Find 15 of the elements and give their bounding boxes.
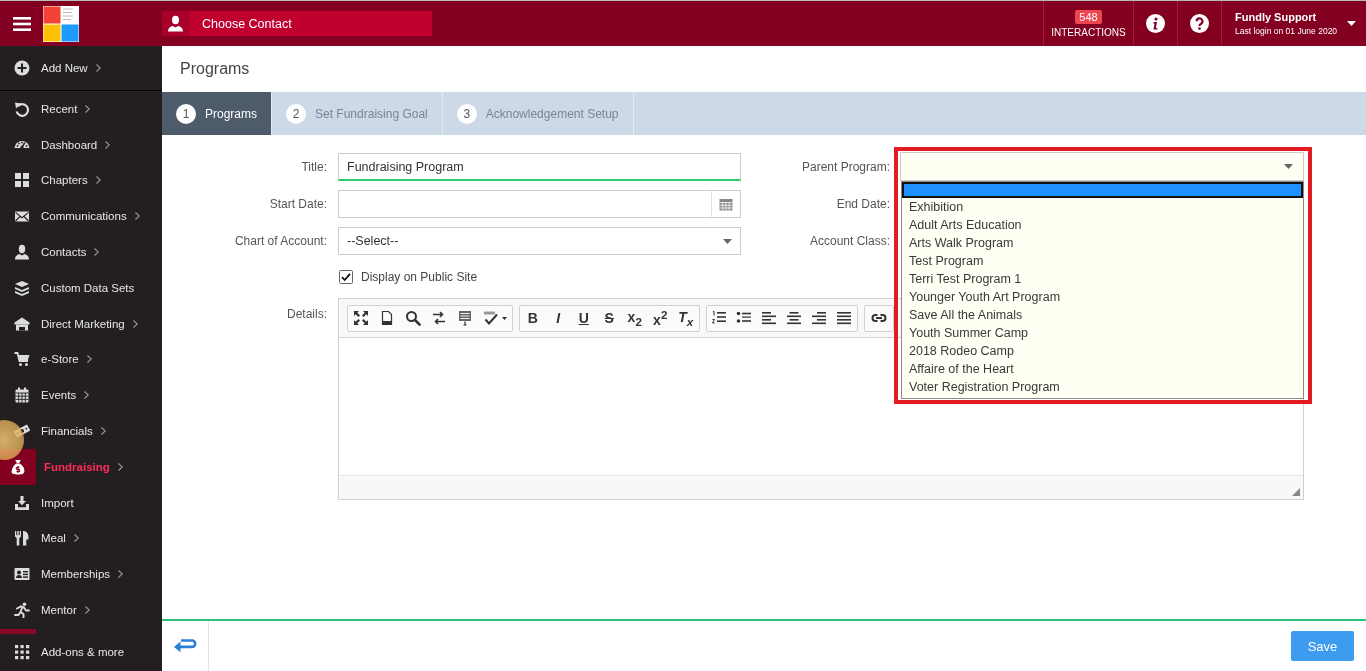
step-number: 3 bbox=[456, 103, 477, 124]
checkbox-label: Display on Public Site bbox=[361, 269, 478, 284]
interactions-count: 548 bbox=[1075, 9, 1102, 24]
page-title: Programs bbox=[180, 60, 250, 78]
step-number: 1 bbox=[176, 103, 196, 124]
last-login-text: Last login on 01 June 2020 bbox=[1235, 26, 1338, 36]
field-label: Chart of Account: bbox=[234, 234, 328, 248]
field-label: End Date: bbox=[836, 197, 891, 211]
step-number: 2 bbox=[286, 103, 306, 124]
user-name: Fundly Support bbox=[1235, 11, 1317, 23]
field-label: Title: bbox=[301, 160, 328, 174]
field-label: Parent Program: bbox=[801, 160, 891, 174]
field-label: Start Date: bbox=[269, 197, 328, 211]
field-label: Details: bbox=[287, 306, 328, 321]
field-label: Account Class: bbox=[809, 234, 891, 248]
